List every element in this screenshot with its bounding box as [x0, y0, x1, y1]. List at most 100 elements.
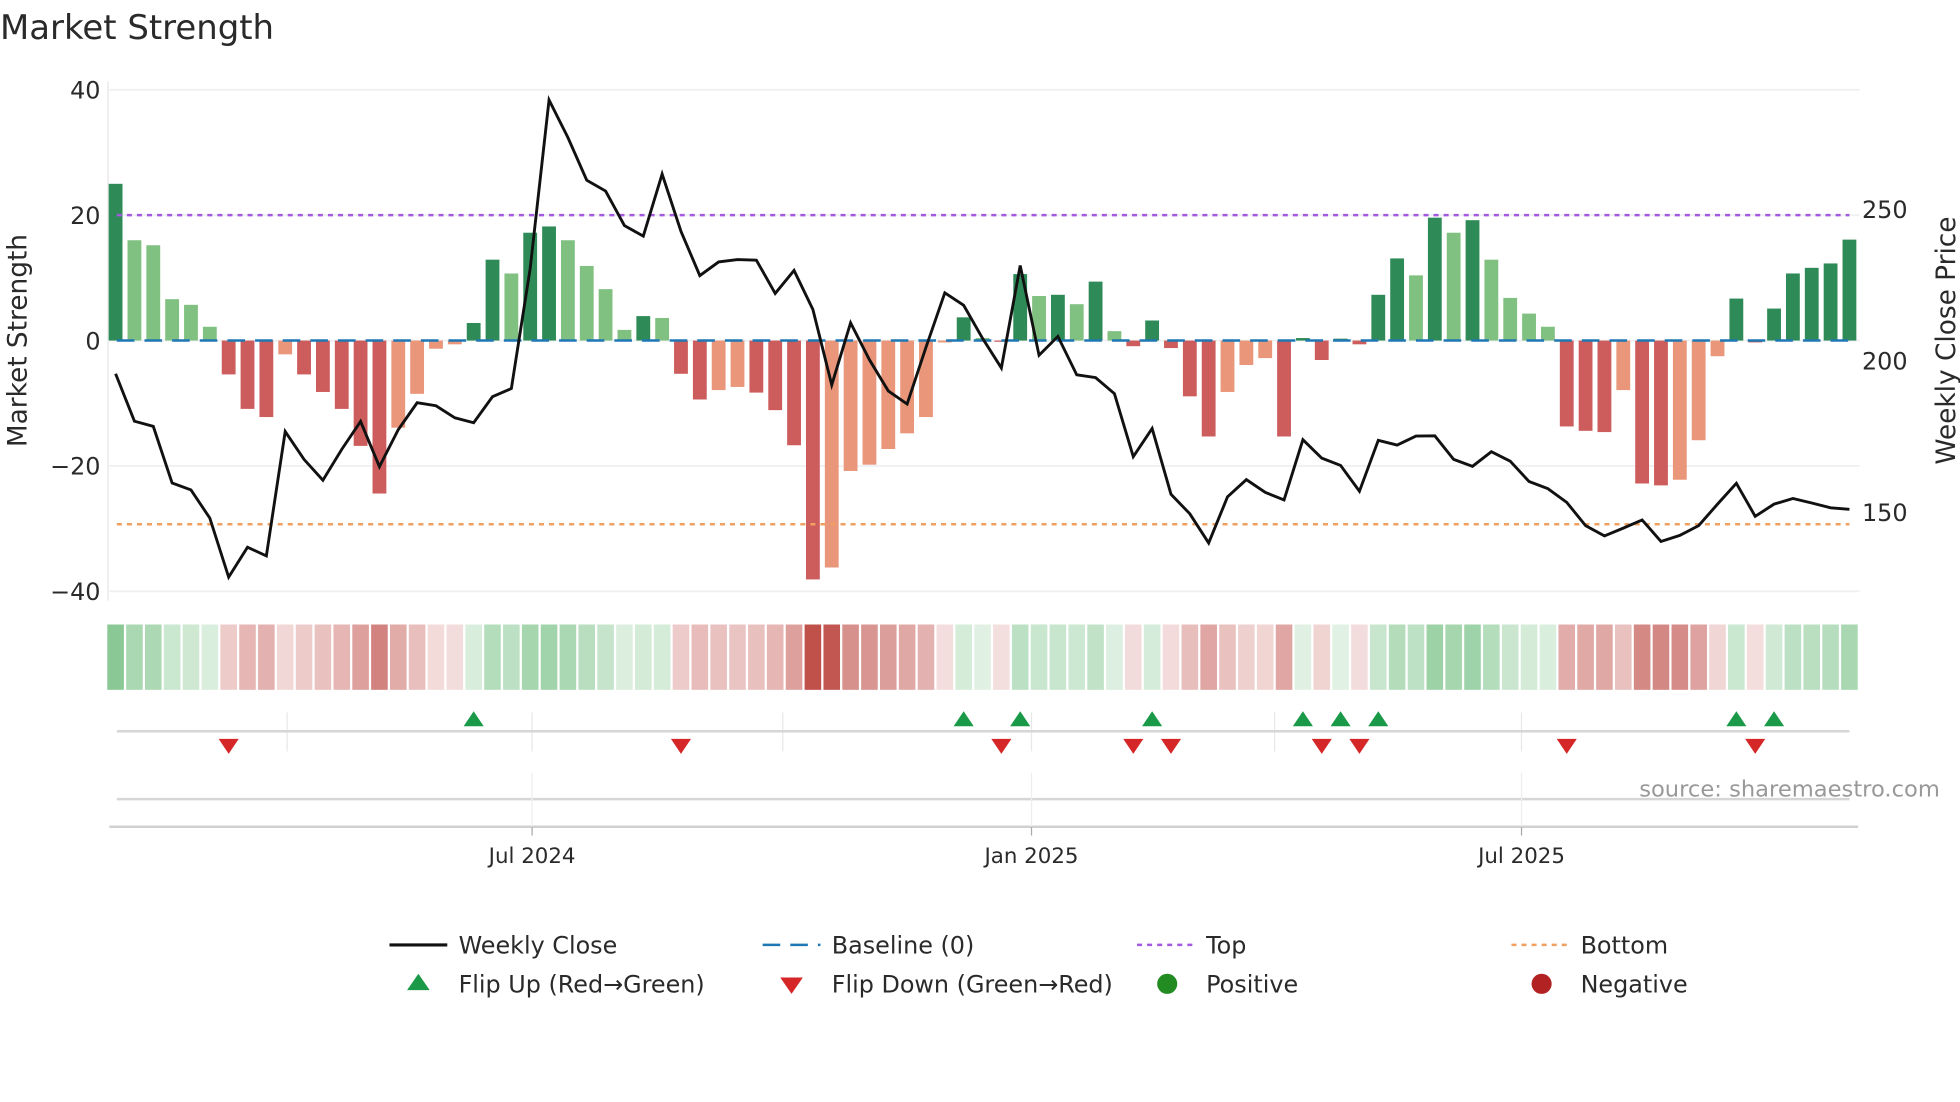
strength-heat-cell	[917, 624, 935, 690]
strength-heat-cell	[1596, 624, 1613, 690]
strength-heat-cell	[1445, 624, 1462, 690]
strength-bar	[787, 340, 801, 446]
strength-bar	[1635, 340, 1650, 484]
strength-heat-cell	[1464, 624, 1481, 690]
flip-down-marker	[1160, 738, 1182, 754]
strength-heat-cell	[672, 624, 690, 690]
strength-heat-cell	[1652, 624, 1670, 690]
strength-heat-cell	[1483, 624, 1500, 690]
strength-bar	[1220, 340, 1235, 392]
strength-bar	[1691, 340, 1706, 441]
y2-tick-label: 200	[1862, 347, 1908, 375]
strength-heat-cell	[1841, 624, 1858, 690]
strength-bar	[1239, 340, 1254, 366]
flip-down-marker	[1349, 738, 1370, 754]
strength-heat-cell	[842, 624, 859, 690]
strength-heat-cell	[1614, 624, 1632, 690]
strength-heat-cell	[1501, 624, 1519, 690]
strength-heat-cell	[578, 624, 596, 690]
strength-heat-cell	[1822, 624, 1839, 690]
strength-heat-cell	[974, 624, 991, 690]
strength-heat-cell	[1011, 624, 1029, 690]
flip-down-marker	[218, 738, 239, 754]
strength-heat-cell	[1143, 624, 1161, 690]
legend-label: Bottom	[1581, 932, 1669, 960]
y-tick-label: 0	[85, 327, 100, 355]
strength-heat-cell	[861, 624, 878, 690]
strength-bar	[1785, 273, 1800, 341]
strength-heat-cell	[276, 624, 294, 690]
strength-bar	[805, 340, 820, 580]
strength-bar	[165, 299, 180, 341]
y2-tick-label: 150	[1862, 499, 1908, 527]
legend-label: Positive	[1206, 971, 1298, 999]
strength-heat-cell	[729, 624, 746, 690]
triangle-down-icon	[780, 977, 803, 994]
flip-down-marker	[1123, 738, 1144, 754]
strength-bar	[1729, 298, 1744, 341]
strength-heat-cell	[1313, 624, 1331, 690]
strength-heat-cell	[163, 624, 181, 690]
strength-bar	[560, 240, 575, 341]
legend-label: Negative	[1581, 971, 1688, 999]
strength-heat-cell	[1332, 624, 1349, 690]
strength-bar	[221, 340, 236, 375]
strength-heat-cell	[503, 624, 520, 690]
strength-heat-cell	[559, 624, 577, 690]
flip-up-marker	[1292, 711, 1313, 727]
flip-up-marker	[463, 711, 484, 727]
strength-bar	[1616, 340, 1631, 391]
strength-heat-cell	[1256, 624, 1274, 690]
flip-down-marker	[991, 738, 1012, 754]
strength-heat-cell	[1275, 624, 1293, 690]
strength-bar	[768, 340, 783, 411]
strength-bar	[579, 265, 594, 341]
strength-heat-cell	[785, 624, 803, 690]
flip-down-marker	[670, 738, 692, 754]
weekly-close-line	[114, 94, 1850, 581]
strength-heat-cell	[295, 624, 313, 690]
strength-bar	[108, 183, 123, 341]
strength-heat-cell	[1106, 624, 1123, 690]
strength-bar	[1522, 313, 1536, 341]
strength-heat-cell	[1049, 624, 1067, 690]
strength-bar	[334, 340, 349, 409]
flip-up-marker	[1142, 711, 1163, 727]
strength-bar	[542, 226, 556, 341]
strength-bar	[598, 289, 613, 341]
strength-heat-cell	[1728, 624, 1745, 690]
strength-bar	[1201, 340, 1216, 437]
legend-item-flip-down: Flip Down (Green→Red)	[780, 971, 1113, 999]
strength-heat-cell	[314, 624, 332, 690]
strength-bar	[1069, 304, 1084, 341]
strength-heat-cell	[898, 624, 916, 690]
strength-bar	[1823, 263, 1838, 341]
strength-bar	[315, 340, 330, 392]
strength-bar	[1804, 267, 1819, 341]
flip-down-marker	[1556, 738, 1577, 754]
strength-bar	[1182, 340, 1197, 397]
strength-heat-cell	[634, 624, 652, 690]
circle-icon	[1531, 973, 1552, 994]
strength-heat-cell	[258, 624, 275, 690]
y2-axis-label: Weekly Close Price	[1932, 216, 1960, 464]
strength-bar	[1277, 340, 1291, 437]
flip-up-marker	[1010, 711, 1031, 727]
strength-heat-cell	[182, 624, 200, 690]
legend-label: Baseline (0)	[832, 932, 975, 960]
strength-heat-cell	[144, 624, 162, 690]
strength-heat-cell	[616, 624, 633, 690]
legend: Weekly Close Baseline (0) Top Bottom Flip Up…	[389, 932, 1688, 999]
strength-heat-cell	[691, 624, 709, 690]
flip-down-marker	[1311, 738, 1332, 754]
strength-heat-cell	[1558, 624, 1576, 690]
strength-bar	[504, 273, 519, 341]
y2-tick-label: 250	[1862, 196, 1908, 224]
strength-bar	[1409, 275, 1423, 341]
strength-bar	[730, 340, 745, 387]
strength-heat-cell	[1351, 624, 1368, 690]
strength-bar	[749, 340, 764, 393]
strength-heat-cell	[239, 624, 256, 690]
strength-bar	[1314, 340, 1329, 360]
strength-heat-cell	[352, 624, 369, 690]
